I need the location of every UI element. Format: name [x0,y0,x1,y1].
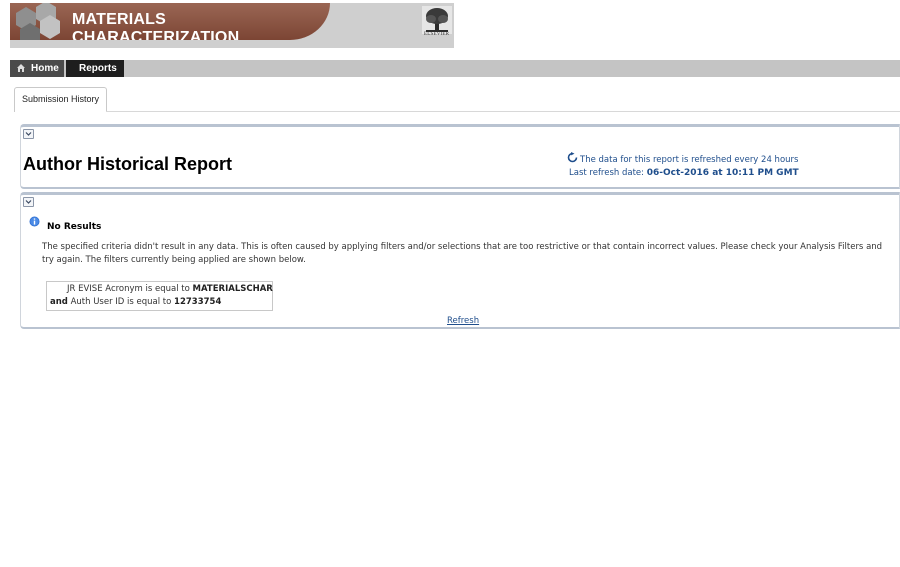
last-refresh-date: 06-Oct-2016 at 10:11 PM GMT [646,168,799,178]
tab-divider [106,111,900,112]
nav-reports-label: Reports [79,63,117,74]
hexagon-logo-icon [16,3,60,40]
filter-row-1: JR EVISE Acronym is equal to MATERIALSCH… [67,283,273,296]
filter2-text: Auth User ID is equal to [70,297,172,307]
top-nav-bar: Home Reports [10,60,900,77]
nav-home[interactable]: Home [10,60,64,77]
refresh-link[interactable]: Refresh [447,316,479,326]
page-title: Author Historical Report [23,154,233,174]
filter-conjunction: and [50,297,68,307]
last-refresh-label: Last refresh date: [569,168,645,178]
no-results-message: The specified criteria didn't result in … [42,242,883,265]
filter2-value: 12733754 [174,297,222,307]
applied-filters-box: JR EVISE Acronym is equal to MATERIALSCH… [46,281,273,311]
refresh-icon [567,152,578,163]
nav-reports[interactable]: Reports [66,60,124,77]
filter-row-2: and Auth User ID is equal to 12733754 [50,296,221,309]
report-header-panel: Author Historical Report The data for th… [20,124,900,189]
refresh-note: The data for this report is refreshed ev… [580,155,799,165]
elsevier-logo-text: ELSEVIER [424,32,450,37]
refresh-info: The data for this report is refreshed ev… [567,152,799,180]
journal-banner: MATERIALS CHARACTERIZATION ELSEVIER [10,3,454,48]
collapse-button[interactable] [23,129,34,139]
home-icon [17,64,25,72]
info-icon [29,216,40,227]
chevron-down-icon [25,132,32,136]
results-panel: No Results The specified criteria didn't… [20,192,900,329]
filter1-text: JR EVISE Acronym is equal to [67,284,190,294]
journal-title: MATERIALS CHARACTERIZATION [72,11,240,40]
banner-title-area: MATERIALS CHARACTERIZATION [10,3,330,40]
tab-submission-history[interactable]: Submission History [14,87,107,112]
filter1-value: MATERIALSCHAR [192,284,273,294]
nav-home-label: Home [31,63,59,74]
no-results-heading: No Results [47,222,102,232]
collapse-button[interactable] [23,197,34,207]
chevron-down-icon [25,200,32,204]
